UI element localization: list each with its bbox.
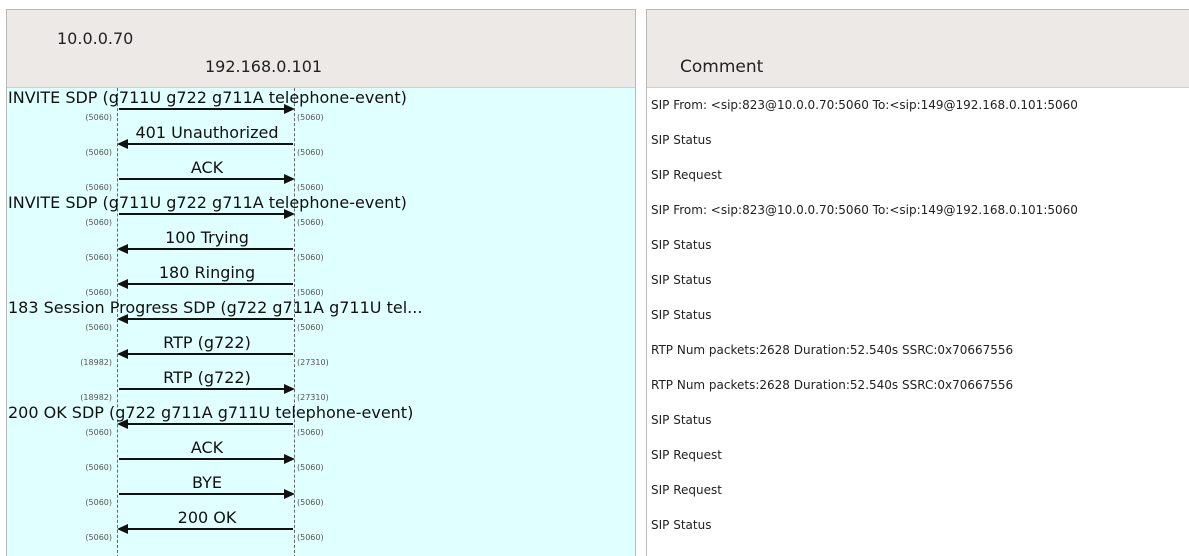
flow-message-label: RTP (g722) <box>163 333 251 352</box>
port-b-label: (5060) <box>297 428 324 437</box>
flow-row[interactable]: 100 Trying (5060) (5060) <box>7 228 635 263</box>
flow-row[interactable]: 200 OK SDP (g722 g711A g711U telephone-e… <box>7 403 635 438</box>
comment-column-header[interactable]: Comment <box>647 10 1189 88</box>
port-b-label: (5060) <box>297 323 324 332</box>
flow-message-label: 401 Unauthorized <box>135 123 279 142</box>
comment-row[interactable]: RTP Num packets:2628 Duration:52.540s SS… <box>651 333 1013 368</box>
port-a-label: (18982) <box>80 393 112 402</box>
flow-message-label: ACK <box>190 438 224 457</box>
flow-message-label: INVITE SDP (g711U g722 g711A telephone-e… <box>8 193 407 212</box>
comment-row[interactable]: SIP Request <box>651 158 722 193</box>
arrow-left-icon <box>117 314 293 324</box>
flow-row[interactable]: INVITE SDP (g711U g722 g711A telephone-e… <box>7 193 635 228</box>
port-b-label: (5060) <box>297 533 324 542</box>
arrow-left-icon <box>117 244 293 254</box>
flow-row[interactable]: 401 Unauthorized (5060) (5060) <box>7 123 635 158</box>
port-b-label: (27310) <box>297 358 329 367</box>
flow-graph-pane: 10.0.0.70 192.168.0.101 INVITE SDP (g711… <box>6 9 636 556</box>
comment-row[interactable]: SIP Status <box>651 228 711 263</box>
comment-row[interactable]: SIP Status <box>651 403 711 438</box>
port-b-label: (5060) <box>297 148 324 157</box>
port-a-label: (5060) <box>85 463 112 472</box>
arrow-right-icon <box>119 489 295 499</box>
port-a-label: (5060) <box>85 218 112 227</box>
comment-row[interactable]: SIP Status <box>651 123 711 158</box>
port-b-label: (5060) <box>297 183 324 192</box>
port-a-label: (5060) <box>85 113 112 122</box>
port-a-label: (5060) <box>85 183 112 192</box>
port-b-label: (5060) <box>297 113 324 122</box>
host-a-label: 10.0.0.70 <box>57 29 134 48</box>
arrow-right-icon <box>119 384 295 394</box>
arrow-left-icon <box>117 349 293 359</box>
port-b-label: (5060) <box>297 463 324 472</box>
comment-row[interactable]: SIP Status <box>651 298 711 333</box>
port-b-label: (5060) <box>297 218 324 227</box>
flow-row[interactable]: 180 Ringing (5060) (5060) <box>7 263 635 298</box>
arrow-right-icon <box>119 104 295 114</box>
comment-header-label: Comment <box>680 57 764 77</box>
comment-row[interactable]: SIP From: <sip:823@10.0.0.70:5060 To:<si… <box>651 88 1078 123</box>
port-a-label: (5060) <box>85 288 112 297</box>
arrow-left-icon <box>117 279 293 289</box>
comment-pane: Comment SIP From: <sip:823@10.0.0.70:506… <box>646 9 1189 556</box>
flow-message-label: ACK <box>190 158 224 177</box>
arrow-left-icon <box>117 139 293 149</box>
flow-row[interactable]: ACK (5060) (5060) <box>7 158 635 193</box>
flow-row[interactable]: ACK (5060) (5060) <box>7 438 635 473</box>
port-a-label: (5060) <box>85 148 112 157</box>
port-a-label: (5060) <box>85 428 112 437</box>
comment-row[interactable]: SIP Request <box>651 473 722 508</box>
port-b-label: (5060) <box>297 498 324 507</box>
comment-row[interactable]: SIP Status <box>651 508 711 543</box>
flow-message-label: INVITE SDP (g711U g722 g711A telephone-e… <box>8 88 407 107</box>
flow-message-label: 200 OK <box>177 508 237 527</box>
port-b-label: (27310) <box>297 393 329 402</box>
port-a-label: (5060) <box>85 323 112 332</box>
port-a-label: (5060) <box>85 498 112 507</box>
comment-row[interactable]: SIP Status <box>651 263 711 298</box>
flow-row[interactable]: 183 Session Progress SDP (g722 g711A g71… <box>7 298 635 333</box>
port-b-label: (5060) <box>297 253 324 262</box>
flow-row[interactable]: 200 OK (5060) (5060) <box>7 508 635 543</box>
arrow-right-icon <box>119 454 295 464</box>
flow-message-label: 200 OK SDP (g722 g711A g711U telephone-e… <box>8 403 414 422</box>
comment-row[interactable]: SIP From: <sip:823@10.0.0.70:5060 To:<si… <box>651 193 1078 228</box>
flow-row[interactable]: RTP (g722) (18982) (27310) <box>7 368 635 403</box>
flow-row[interactable]: BYE (5060) (5060) <box>7 473 635 508</box>
port-a-label: (5060) <box>85 253 112 262</box>
flow-message-label: RTP (g722) <box>163 368 251 387</box>
arrow-right-icon <box>119 209 295 219</box>
port-a-label: (18982) <box>80 358 112 367</box>
flow-graph-header: 10.0.0.70 192.168.0.101 <box>7 10 635 88</box>
flow-message-label: 180 Ringing <box>158 263 256 282</box>
comment-row[interactable]: RTP Num packets:2628 Duration:52.540s SS… <box>651 368 1013 403</box>
port-b-label: (5060) <box>297 288 324 297</box>
flow-row[interactable]: INVITE SDP (g711U g722 g711A telephone-e… <box>7 88 635 123</box>
flow-message-label: BYE <box>192 473 222 492</box>
host-b-label: 192.168.0.101 <box>205 57 323 76</box>
flow-graph-body[interactable]: INVITE SDP (g711U g722 g711A telephone-e… <box>7 88 635 556</box>
flow-message-label: 100 Trying <box>165 228 249 247</box>
arrow-left-icon <box>117 524 293 534</box>
comment-row[interactable]: SIP Request <box>651 438 722 473</box>
flow-row[interactable]: RTP (g722) (18982) (27310) <box>7 333 635 368</box>
flow-message-label: 183 Session Progress SDP (g722 g711A g71… <box>8 298 423 317</box>
arrow-right-icon <box>119 174 295 184</box>
arrow-left-icon <box>117 419 293 429</box>
port-a-label: (5060) <box>85 533 112 542</box>
